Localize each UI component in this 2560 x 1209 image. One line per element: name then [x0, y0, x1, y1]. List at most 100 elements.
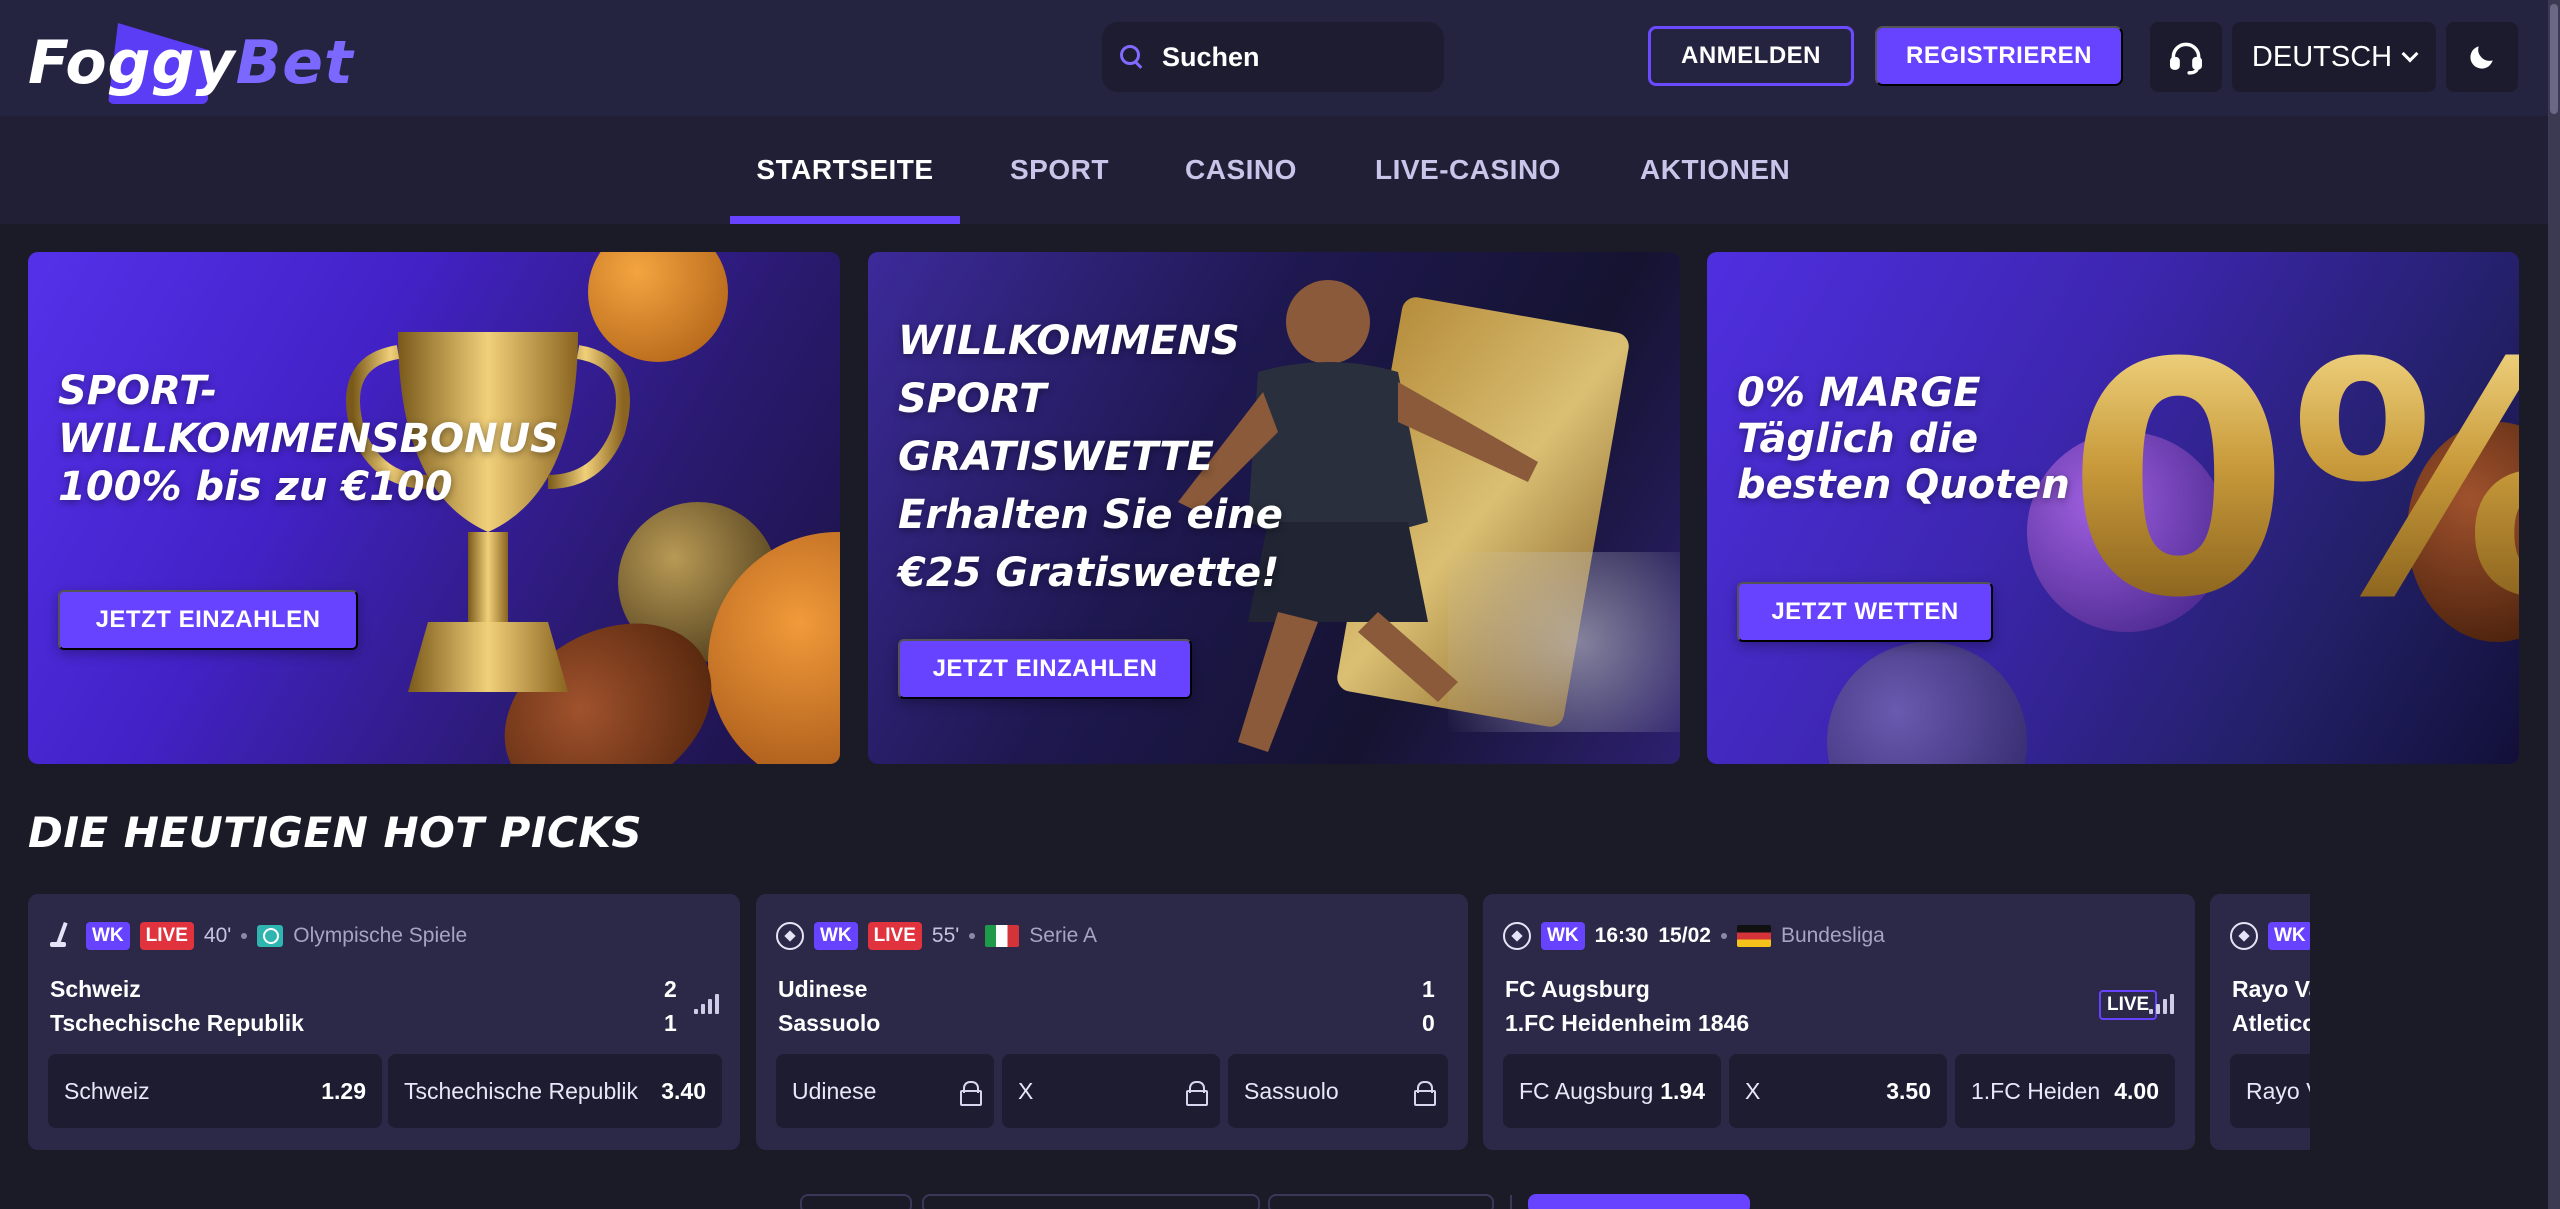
- separator-dot: [241, 933, 248, 939]
- match-meta: WK 16:30 15/02 Bundesliga: [1503, 922, 1885, 950]
- odds-button[interactable]: Rayo Vallecano: [2230, 1054, 2310, 1128]
- filter-chip[interactable]: [922, 1194, 1260, 1209]
- odds-label: Sassuolo: [1244, 1077, 1339, 1104]
- promo-banner-free-bet[interactable]: WILLKOMMENS SPORT GRATISWETTE Erhalten S…: [868, 252, 1680, 764]
- active-tab-indicator: [730, 216, 960, 224]
- wk-badge: WK: [86, 922, 130, 950]
- banner-title: SPORT- WILLKOMMENSBONUS 100% bis zu €100: [58, 368, 559, 510]
- away-team: Atletico Madrid: [2232, 1010, 2310, 1036]
- support-button[interactable]: [2150, 22, 2222, 92]
- site-header: FoggyBet ANMELDEN REGISTRIEREN DEUTSCH: [0, 0, 2548, 116]
- headset-icon: [2170, 42, 2202, 75]
- promo-banner-zero-margin[interactable]: 0% 0% MARGE Täglich die besten Quoten JE…: [1707, 252, 2519, 764]
- language-selector[interactable]: DEUTSCH: [2232, 22, 2436, 92]
- odds-button[interactable]: Schweiz 1.29: [48, 1054, 382, 1128]
- lock-icon: [960, 1081, 982, 1106]
- separator-dot: [969, 933, 976, 939]
- deposit-now-button[interactable]: JETZT EINZAHLEN: [58, 590, 358, 650]
- away-team: Sassuolo: [778, 1010, 881, 1036]
- match-date: 15/02: [1658, 924, 1711, 947]
- logo-text-bet: Bet: [235, 28, 354, 98]
- logo-text: FoggyBet: [28, 28, 354, 98]
- stats-icon[interactable]: [694, 994, 720, 1014]
- home-team: Schweiz: [50, 976, 141, 1002]
- italy-flag-icon: [985, 925, 1020, 947]
- odds-label: X: [1018, 1077, 1034, 1104]
- main-nav: STARTSEITE SPORT CASINO LIVE-CASINO AKTI…: [0, 116, 2548, 224]
- match-card[interactable]: WK Rayo Vallecano Atletico Madrid Rayo V…: [2210, 894, 2310, 1150]
- odds-button[interactable]: Tschechische Republik 3.40: [388, 1054, 722, 1128]
- odds-label: FC Augsburg: [1519, 1077, 1653, 1104]
- chevron-down-icon: [2401, 45, 2419, 63]
- filter-chip-active[interactable]: [1528, 1194, 1750, 1209]
- away-score: 0: [1422, 1010, 1435, 1036]
- filter-chip[interactable]: [1268, 1194, 1494, 1209]
- match-card[interactable]: WK LIVE 40' Olympische Spiele Schweiz Ts…: [28, 894, 740, 1150]
- login-button[interactable]: ANMELDEN: [1648, 26, 1854, 86]
- filter-chip[interactable]: [800, 1194, 912, 1209]
- away-team: 1.FC Heidenheim 1846: [1505, 1010, 1750, 1036]
- odds-button[interactable]: FC Augsburg 1.94: [1503, 1054, 1721, 1128]
- tab-casino[interactable]: CASINO: [1185, 116, 1297, 224]
- tab-aktionen[interactable]: AKTIONEN: [1640, 116, 1790, 224]
- home-team: Rayo Vallecano: [2232, 976, 2310, 1002]
- section-title-hot-picks: DIE HEUTIGEN HOT PICKS: [28, 808, 643, 857]
- wk-badge: WK: [2268, 922, 2310, 950]
- theme-toggle[interactable]: [2446, 22, 2518, 92]
- odds-button[interactable]: Sassuolo: [1228, 1054, 1448, 1128]
- match-card[interactable]: WK 16:30 15/02 Bundesliga FC Augsburg 1.…: [1483, 894, 2195, 1150]
- bet-now-button[interactable]: JETZT WETTEN: [1737, 582, 1993, 642]
- hot-picks-carousel[interactable]: WK LIVE 40' Olympische Spiele Schweiz Ts…: [28, 894, 2310, 1154]
- odds-value: 1.29: [321, 1077, 366, 1104]
- stats-icon[interactable]: [2149, 994, 2175, 1014]
- away-team: Tschechische Republik: [50, 1010, 304, 1036]
- search-input[interactable]: [1162, 41, 1422, 73]
- lock-icon: [1186, 1081, 1208, 1106]
- home-score: 1: [1422, 976, 1435, 1002]
- scrollbar-thumb[interactable]: [2550, 4, 2558, 114]
- odds-button[interactable]: 1.FC Heidenheim 1846 4.00: [1955, 1054, 2175, 1128]
- match-meta: WK LIVE 40' Olympische Spiele: [48, 922, 467, 950]
- match-meta: WK: [2230, 922, 2310, 950]
- promo-banner-sport-bonus[interactable]: SPORT- WILLKOMMENSBONUS 100% bis zu €100…: [28, 252, 840, 764]
- odds-value: 4.00: [2114, 1077, 2159, 1104]
- tab-label: CASINO: [1185, 154, 1297, 185]
- moon-icon: [2470, 46, 2493, 69]
- live-badge: LIVE: [867, 922, 922, 950]
- page-scrollbar[interactable]: [2548, 0, 2560, 1209]
- search-bar[interactable]: [1102, 22, 1444, 92]
- match-time: 16:30: [1594, 924, 1649, 947]
- odds-button[interactable]: X: [1002, 1054, 1220, 1128]
- odds-button[interactable]: X 3.50: [1729, 1054, 1947, 1128]
- odds-button[interactable]: Udinese: [776, 1054, 994, 1128]
- globe-icon: [257, 925, 284, 947]
- league-name: Serie A: [1029, 924, 1097, 947]
- tab-sport[interactable]: SPORT: [1010, 116, 1109, 224]
- search-icon: [1120, 45, 1144, 69]
- match-minute: 40': [203, 924, 232, 947]
- soccer-ball-icon: [2230, 922, 2258, 950]
- away-score: 1: [664, 1010, 677, 1036]
- tab-label: SPORT: [1010, 154, 1109, 185]
- odds-value: 3.50: [1886, 1077, 1931, 1104]
- wk-badge: WK: [1541, 922, 1585, 950]
- tab-live-casino[interactable]: LIVE-CASINO: [1375, 116, 1561, 224]
- home-team: Udinese: [778, 976, 868, 1002]
- odds-label: Schweiz: [64, 1077, 150, 1104]
- foggybet-logo[interactable]: FoggyBet: [28, 14, 353, 104]
- zero-percent-graphic: 0%: [2067, 322, 2519, 642]
- ice-hockey-icon: [48, 922, 76, 950]
- odds-value: 1.94: [1660, 1077, 1705, 1104]
- separator-dot: [1720, 933, 1727, 939]
- tab-label: STARTSEITE: [756, 154, 934, 185]
- banner-title: WILLKOMMENS SPORT GRATISWETTE Erhalten S…: [898, 318, 1283, 596]
- league-name: Bundesliga: [1780, 924, 1885, 947]
- league-name: Olympische Spiele: [293, 924, 468, 947]
- register-button[interactable]: REGISTRIEREN: [1875, 26, 2123, 86]
- match-card[interactable]: WK LIVE 55' Serie A Udinese Sassuolo 1 0…: [756, 894, 1468, 1150]
- tab-startseite[interactable]: STARTSEITE: [730, 116, 960, 224]
- germany-flag-icon: [1736, 925, 1771, 947]
- match-meta: WK LIVE 55' Serie A: [776, 922, 1097, 950]
- ball-decoration: [1827, 642, 2027, 764]
- deposit-now-button[interactable]: JETZT EINZAHLEN: [898, 639, 1192, 699]
